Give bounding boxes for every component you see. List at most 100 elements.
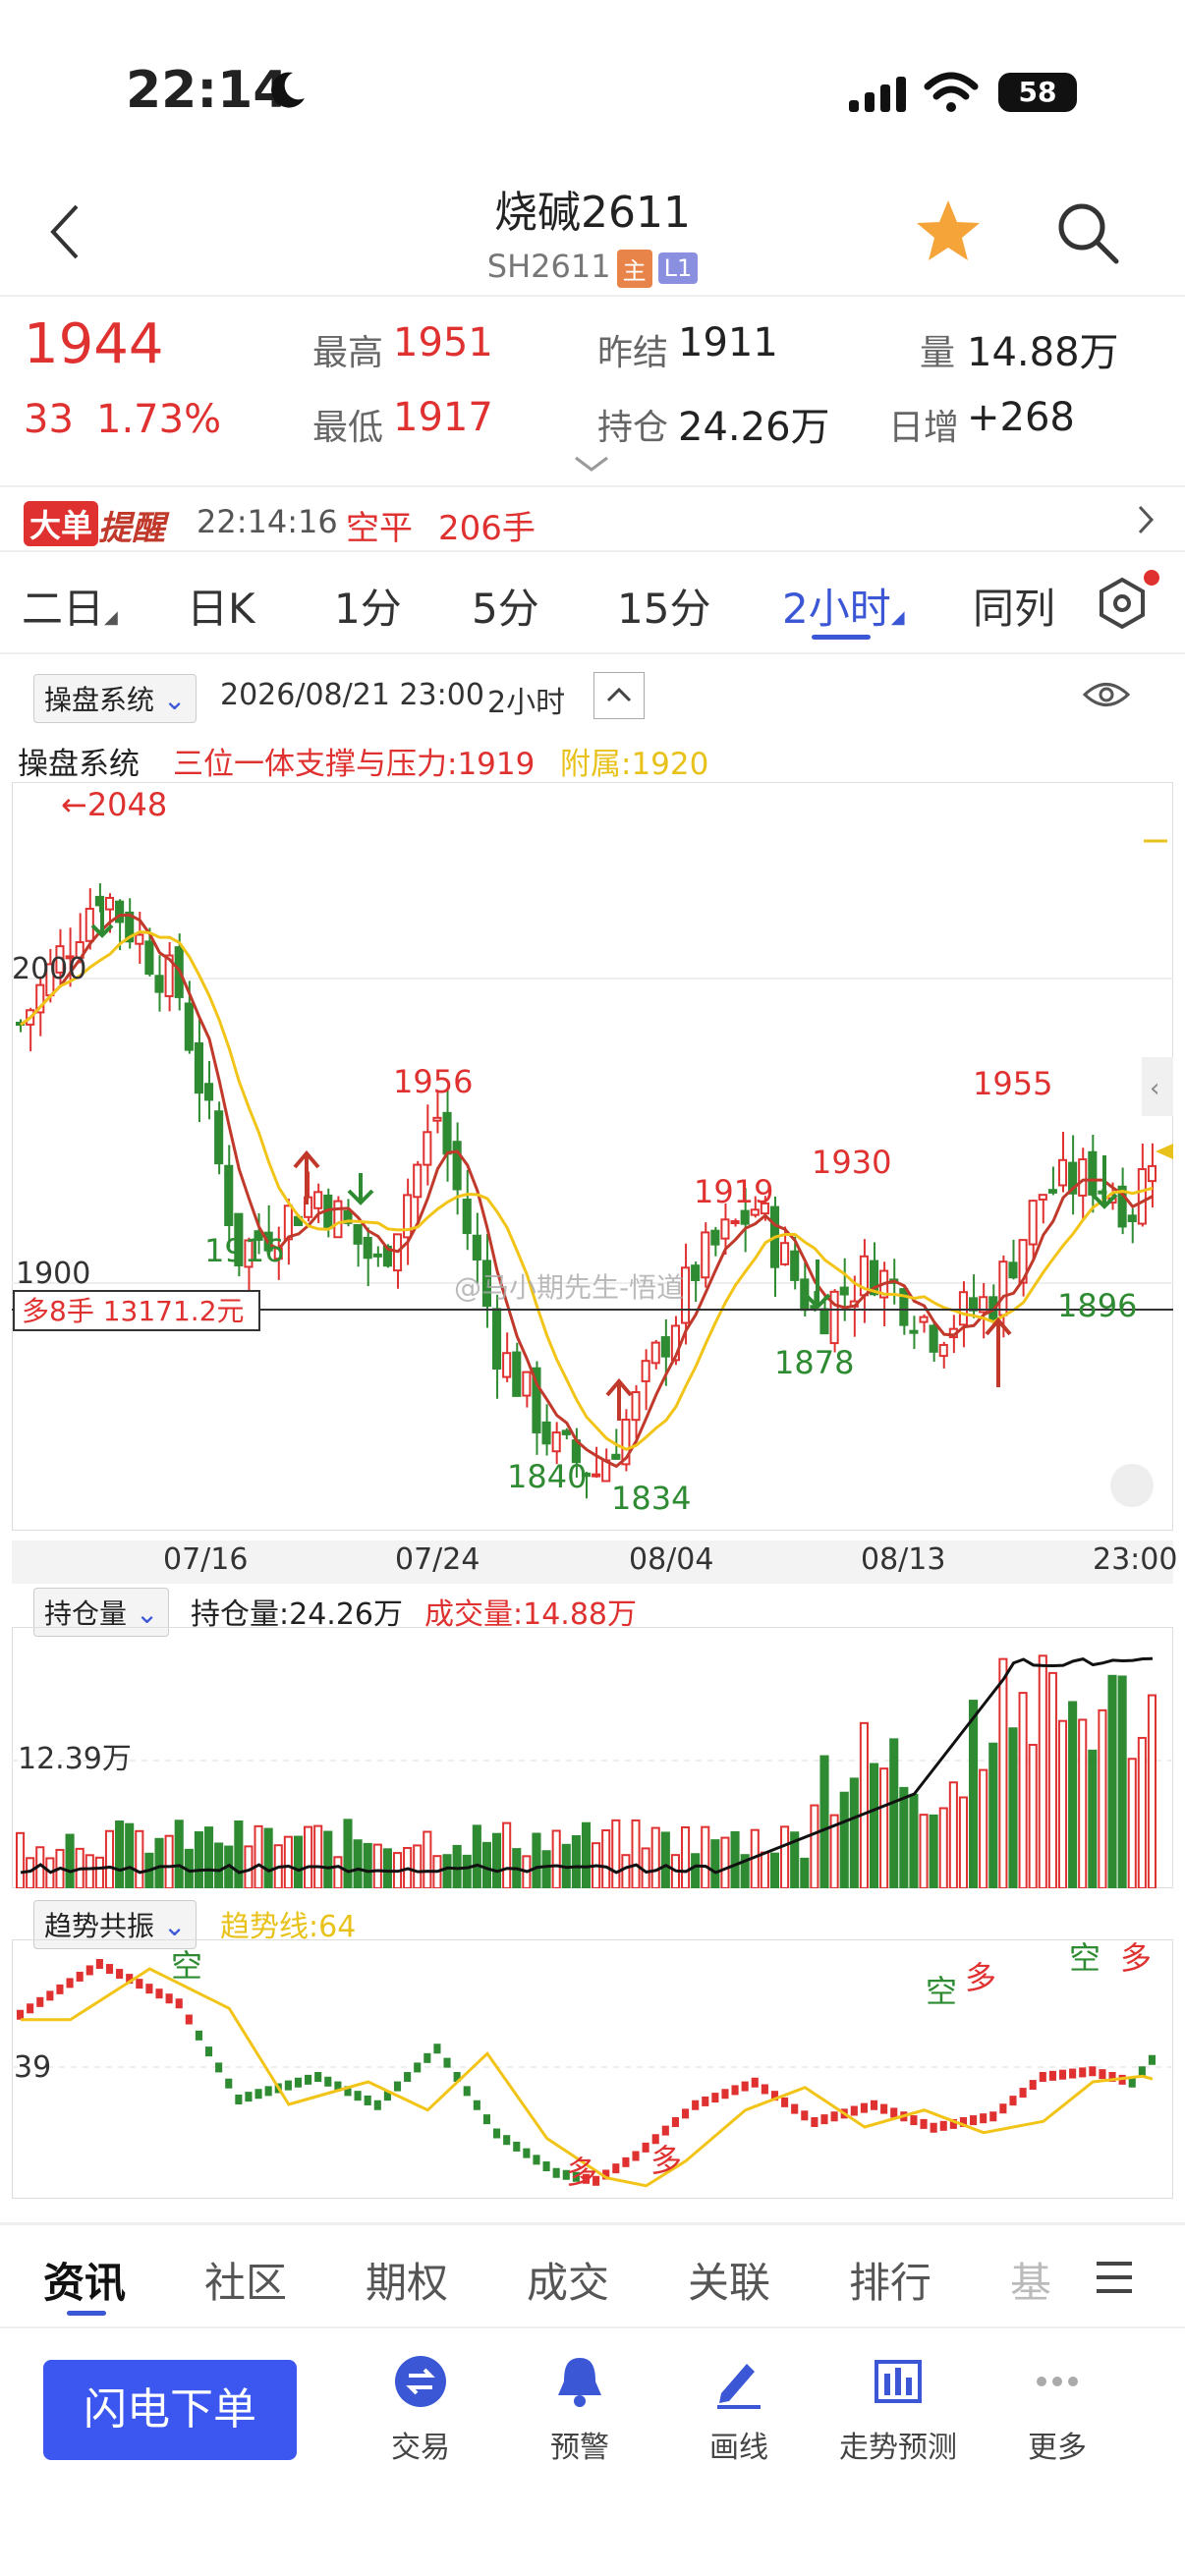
star-icon[interactable] — [914, 196, 983, 269]
trend-block — [235, 2095, 243, 2104]
volume-bar — [1047, 1671, 1057, 1888]
tab-1min[interactable]: 1分 — [334, 576, 402, 636]
volume-bar — [929, 1814, 938, 1888]
trend-mark-long-1: 多 — [566, 2154, 597, 2191]
action-forecast[interactable]: 走势预测 — [819, 2354, 977, 2472]
chart-datetime: 2026/08/21 23:00 — [220, 678, 484, 712]
candle-body — [611, 1453, 621, 1460]
tab-5min[interactable]: 5分 — [472, 576, 539, 636]
tab-label: 二日 — [22, 585, 105, 633]
y-label-1900: 1900 — [16, 1257, 90, 1291]
volume-bar — [879, 1767, 889, 1888]
eye-icon[interactable] — [1082, 678, 1131, 715]
trend-block — [970, 2115, 978, 2126]
tab-two-day[interactable]: 二日◢ — [22, 576, 118, 636]
candle-body — [1147, 1164, 1157, 1183]
candle-body — [472, 1234, 481, 1261]
candle-body — [1088, 1150, 1098, 1196]
volume-bar — [304, 1825, 313, 1888]
big-order-alert[interactable]: 大单 提醒 22:14:16 空平 206手 — [0, 487, 1185, 550]
search-icon[interactable] — [1055, 200, 1120, 269]
trend-block — [215, 2062, 223, 2073]
candle-body — [353, 1223, 363, 1245]
system-selector[interactable]: 操盘系统 ⌄ — [33, 674, 198, 723]
bottom-tab-options[interactable]: 期权 — [366, 2250, 448, 2310]
volume-bar — [194, 1831, 203, 1888]
action-trade[interactable]: 交易 — [342, 2354, 499, 2472]
trend-block — [980, 2113, 988, 2124]
action-draw-label: 画线 — [709, 2431, 768, 2465]
quick-order-button[interactable]: 闪电下单 — [43, 2360, 297, 2460]
annotation-high-1930: 1930 — [812, 1144, 891, 1181]
volume-bar — [26, 1857, 35, 1888]
tab-15min[interactable]: 15分 — [617, 576, 710, 636]
candle-body — [1047, 1189, 1057, 1194]
action-alert[interactable]: 预警 — [501, 2354, 658, 2472]
alert-badge: 大单 — [24, 501, 99, 546]
trend-mark-short-3: 空 — [1069, 1939, 1100, 1977]
annotation-low-1840: 1840 — [507, 1458, 587, 1495]
volume-bar — [472, 1824, 481, 1888]
volume-bar — [969, 1700, 979, 1888]
tab-same-row[interactable]: 同列 — [973, 576, 1055, 636]
volume-bar — [283, 1835, 293, 1888]
trend-block — [36, 1996, 44, 2007]
trend-block — [612, 2163, 620, 2174]
action-draw[interactable]: 画线 — [660, 2354, 818, 2472]
candle-body — [839, 1286, 849, 1296]
candlestick-chart[interactable]: 2000 1900 ←2048 1956 1919 1930 1955 1916… — [12, 782, 1173, 1531]
collapse-button[interactable] — [593, 672, 645, 719]
expand-chevron-icon[interactable] — [572, 454, 611, 477]
trend-block — [1079, 2067, 1087, 2078]
candle-body — [452, 1141, 462, 1191]
trend-block — [1148, 2054, 1156, 2065]
bottom-tab-related[interactable]: 关联 — [688, 2250, 770, 2310]
bottom-tab-community[interactable]: 社区 — [204, 2250, 287, 2310]
volume-bar — [1068, 1701, 1078, 1888]
volume-bar — [234, 1820, 244, 1888]
alert-time: 22:14:16 — [197, 503, 338, 540]
trend-block — [1029, 2080, 1037, 2091]
tab-2hour[interactable]: 2小时◢ — [782, 576, 905, 636]
candle-body — [413, 1163, 423, 1199]
volume-bar — [800, 1857, 810, 1888]
volume-bar — [16, 1831, 26, 1888]
candle-body — [522, 1371, 532, 1397]
bottom-tab-news[interactable]: 资讯 — [43, 2250, 126, 2310]
high-label: 最高 — [312, 333, 384, 373]
trend-block — [999, 2103, 1007, 2114]
trend-block — [46, 1990, 54, 2001]
tab-daily-k[interactable]: 日K — [187, 576, 255, 636]
volume-bar — [859, 1721, 869, 1888]
trend-block — [294, 2077, 303, 2088]
volume-bar — [462, 1854, 472, 1888]
notification-dot — [1144, 570, 1159, 586]
bottom-tab-ranking[interactable]: 排行 — [849, 2250, 931, 2310]
candle-body — [423, 1131, 432, 1166]
volume-bar — [760, 1851, 769, 1888]
candle-body — [592, 1473, 601, 1478]
bottom-tab-fundamentals[interactable]: 基 — [1010, 2250, 1051, 2310]
battery-icon: 58 — [998, 73, 1077, 112]
bottom-tab-trades[interactable]: 成交 — [527, 2250, 609, 2310]
trend-block — [989, 2111, 997, 2122]
trend-chart: 39 空 多 多 空 多 空 多 — [12, 1939, 1173, 2199]
settings-icon[interactable] — [1093, 570, 1159, 637]
wifi-icon — [924, 71, 979, 118]
volume-bar — [998, 1657, 1008, 1888]
volume-bar — [839, 1791, 849, 1888]
trend-block — [145, 1984, 153, 1994]
volume-bar — [254, 1824, 263, 1888]
candle-body — [790, 1250, 800, 1281]
candle-body — [691, 1264, 701, 1281]
trend-block — [245, 2092, 253, 2102]
system-selector-label: 操盘系统 — [44, 684, 155, 716]
volume-value: 14.88万 — [967, 330, 1119, 375]
trend-block — [1099, 2069, 1106, 2080]
candle-body — [432, 1116, 442, 1122]
trend-block — [116, 1969, 124, 1980]
menu-icon[interactable] — [1095, 2260, 1134, 2299]
volume-bar — [323, 1830, 333, 1888]
position-label: 多8手 13171.2元 — [22, 1295, 245, 1327]
action-more[interactable]: 更多 — [979, 2354, 1136, 2472]
